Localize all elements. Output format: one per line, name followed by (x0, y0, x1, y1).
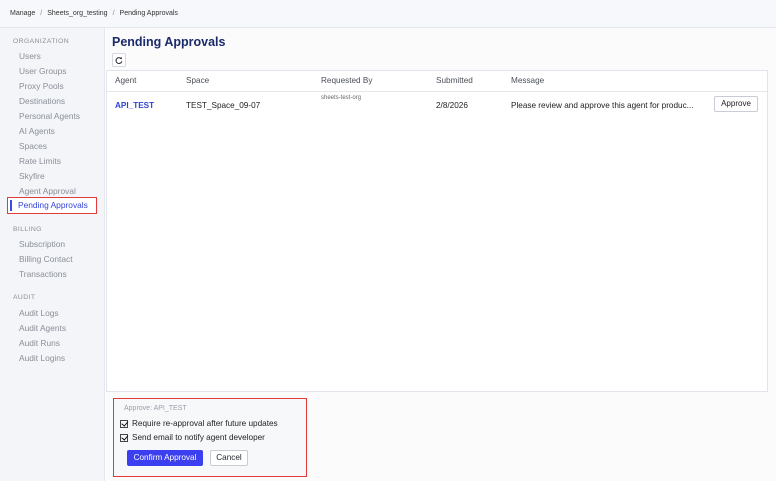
approve-button[interactable]: Approve (714, 96, 758, 112)
sidebar-section-organization: ORGANIZATION (13, 38, 70, 45)
refresh-button[interactable] (112, 53, 126, 67)
sidebar-item-ai-agents[interactable]: AI Agents (19, 125, 55, 138)
sidebar-item-audit-logins[interactable]: Audit Logins (19, 352, 65, 365)
sidebar-item-proxy-pools[interactable]: Proxy Pools (19, 80, 64, 93)
approval-panel-heading: Approve: API_TEST (124, 405, 187, 412)
row-space: TEST_Space_09-07 (186, 101, 261, 110)
column-header-message: Message (511, 76, 545, 85)
column-header-requested-by: Requested By (321, 76, 373, 85)
approval-confirmation-panel: Approve: API_TEST Require re-approval af… (113, 398, 307, 477)
sidebar-section-audit: AUDIT (13, 294, 36, 301)
main-content: Pending Approvals Agent Space Requested … (106, 28, 776, 481)
breadcrumb-current: Pending Approvals (119, 10, 178, 17)
column-header-submitted: Submitted (436, 76, 473, 85)
sidebar-item-subscription[interactable]: Subscription (19, 238, 65, 251)
reapproval-checkbox[interactable] (120, 419, 128, 428)
row-message: Please review and approve this agent for… (511, 101, 694, 110)
email-notify-option[interactable]: Send email to notify agent developer (120, 433, 265, 442)
row-requested-by: sheets-test-org (321, 95, 362, 101)
sidebar: ORGANIZATION Users User Groups Proxy Poo… (0, 28, 105, 481)
column-header-agent: Agent (115, 76, 137, 85)
breadcrumb: Manage / Sheets_org_testing / Pending Ap… (0, 0, 776, 28)
confirm-approval-button[interactable]: Confirm Approval (127, 450, 203, 466)
sidebar-item-audit-agents[interactable]: Audit Agents (19, 322, 66, 335)
sidebar-item-pending-approvals[interactable]: Pending Approvals (7, 197, 97, 214)
sidebar-item-personal-agents[interactable]: Personal Agents (19, 110, 80, 123)
sidebar-item-skyfire[interactable]: Skyfire (19, 170, 45, 183)
refresh-icon (115, 51, 123, 69)
sidebar-item-transactions[interactable]: Transactions (19, 268, 67, 281)
reapproval-label: Require re-approval after future updates (132, 419, 278, 428)
email-notify-checkbox[interactable] (120, 433, 128, 442)
sidebar-item-audit-logs[interactable]: Audit Logs (19, 307, 59, 320)
column-header-space: Space (186, 76, 210, 85)
pending-approvals-table: Agent Space Requested By Submitted Messa… (106, 70, 768, 392)
breadcrumb-separator: / (40, 10, 43, 17)
cancel-button[interactable]: Cancel (210, 450, 248, 466)
page-title: Pending Approvals (112, 35, 226, 49)
sidebar-item-audit-runs[interactable]: Audit Runs (19, 337, 60, 350)
row-submitted: 2/8/2026 (436, 101, 468, 110)
sidebar-item-destinations[interactable]: Destinations (19, 95, 65, 108)
sidebar-item-billing-contact[interactable]: Billing Contact (19, 253, 73, 266)
row-agent-link[interactable]: API_TEST (115, 101, 154, 110)
breadcrumb-manage[interactable]: Manage (10, 10, 35, 17)
sidebar-item-users[interactable]: Users (19, 50, 41, 63)
breadcrumb-separator: / (112, 10, 115, 17)
sidebar-item-user-groups[interactable]: User Groups (19, 65, 66, 78)
sidebar-item-spaces[interactable]: Spaces (19, 140, 47, 153)
sidebar-section-billing: BILLING (13, 226, 42, 233)
breadcrumb-org[interactable]: Sheets_org_testing (47, 10, 107, 17)
sidebar-item-rate-limits[interactable]: Rate Limits (19, 155, 61, 168)
email-notify-label: Send email to notify agent developer (132, 433, 265, 442)
table-header-divider (107, 91, 767, 92)
reapproval-option[interactable]: Require re-approval after future updates (120, 419, 278, 428)
